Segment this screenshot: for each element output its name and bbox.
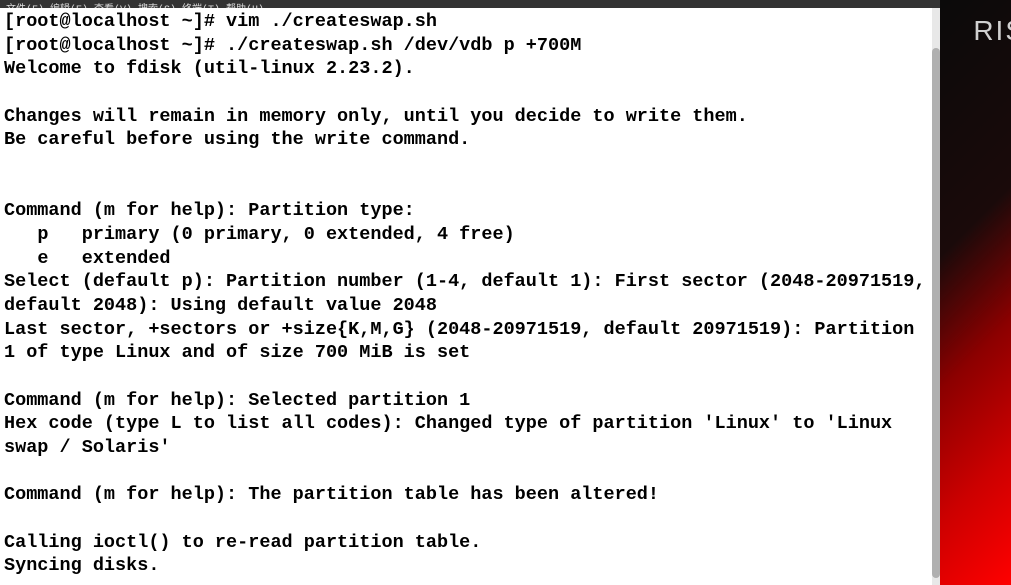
output-line: Hex code (type L to list all codes): Cha… (4, 413, 903, 458)
command-text: vim ./createswap.sh (226, 11, 437, 32)
terminal-window: 文件(F) 编辑(E) 查看(V) 搜索(S) 终端(T) 帮助(H) [roo… (0, 0, 940, 585)
output-line: Be careful before using the write comman… (4, 129, 470, 150)
output-line: Changes will remain in memory only, unti… (4, 106, 748, 127)
output-line: Select (default p): Partition number (1-… (4, 271, 937, 316)
output-line: Calling ioctl() to re-read partition tab… (4, 532, 481, 553)
window-menubar[interactable]: 文件(F) 编辑(E) 查看(V) 搜索(S) 终端(T) 帮助(H) (0, 0, 940, 8)
output-line: e extended (4, 248, 171, 269)
command-text: ./createswap.sh /dev/vdb p +700M (226, 35, 581, 56)
shell-prompt: [root@localhost ~]# (4, 35, 226, 56)
desktop-backdrop: RIS (931, 0, 1011, 585)
terminal-output[interactable]: [root@localhost ~]# vim ./createswap.sh … (0, 8, 940, 585)
scrollbar-vertical[interactable] (932, 8, 940, 585)
backdrop-text-fragment: RIS (973, 15, 1011, 47)
output-line: Command (m for help): Partition type: (4, 200, 415, 221)
output-line: Command (m for help): Selected partition… (4, 390, 470, 411)
output-line: Syncing disks. (4, 555, 159, 576)
output-line: p primary (0 primary, 0 extended, 4 free… (4, 224, 515, 245)
shell-prompt: [root@localhost ~]# (4, 11, 226, 32)
output-line: Last sector, +sectors or +size{K,M,G} (2… (4, 319, 925, 364)
output-line: Command (m for help): The partition tabl… (4, 484, 659, 505)
output-line: Welcome to fdisk (util-linux 2.23.2). (4, 58, 415, 79)
scrollbar-thumb[interactable] (932, 48, 940, 578)
